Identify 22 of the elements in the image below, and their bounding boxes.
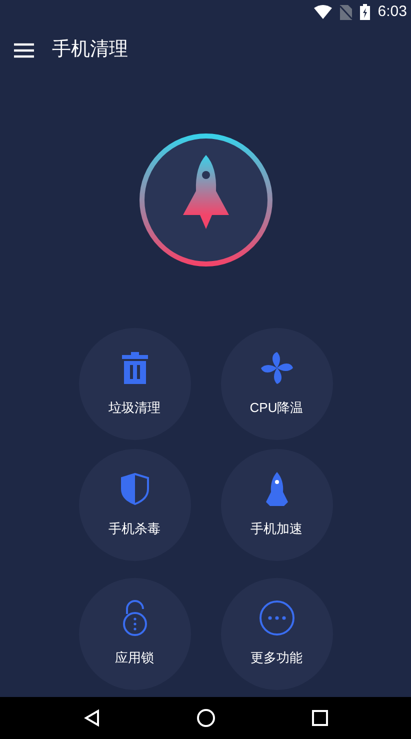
menu-icon[interactable] [14, 42, 34, 58]
wifi-icon [314, 5, 332, 19]
rocket-badge-icon[interactable] [138, 133, 272, 267]
clock-time: 6:03 [378, 2, 407, 22]
tool-button[interactable]: 更多功能 [220, 578, 332, 690]
recents-icon[interactable] [310, 709, 328, 727]
no-sim-icon [340, 4, 352, 20]
padlock-icon [120, 600, 148, 636]
tool-button[interactable]: 垃圾清理 [78, 328, 190, 440]
back-icon[interactable] [82, 709, 100, 727]
tool-button[interactable]: 手机杀毒 [78, 449, 190, 561]
fan-icon [260, 352, 292, 384]
tool-button[interactable]: 手机加速 [220, 449, 332, 561]
shield-icon [120, 473, 148, 506]
trash-icon [122, 352, 148, 384]
tool-button[interactable]: 应用锁 [78, 578, 190, 690]
battery-icon [360, 4, 370, 20]
tool-button[interactable]: CPU降温 [220, 328, 332, 440]
rocket-icon [266, 472, 288, 506]
app-title: 手机清理 [52, 38, 128, 62]
more-icon [258, 600, 294, 636]
home-icon[interactable] [196, 708, 216, 728]
